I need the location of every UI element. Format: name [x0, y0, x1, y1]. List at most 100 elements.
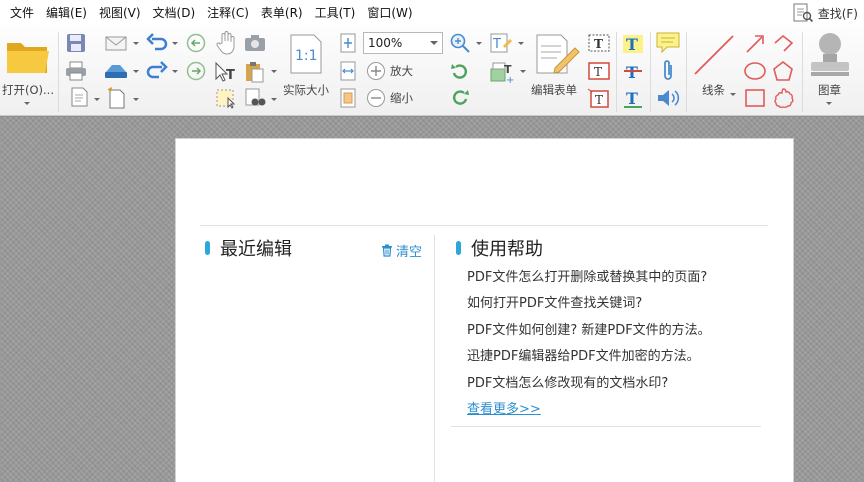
polyline-tool-button[interactable]: [770, 32, 796, 56]
open-caret-icon[interactable]: [24, 102, 30, 105]
help-list: PDF文件怎么打开删除或替换其中的页面? 如何打开PDF文件查找关键词? PDF…: [467, 269, 711, 427]
arrow-up-right-icon: [746, 35, 764, 53]
fit-page-button[interactable]: [337, 32, 359, 54]
undo-caret-icon[interactable]: [172, 42, 178, 45]
open-button[interactable]: [4, 34, 52, 78]
menu-window[interactable]: 窗口(W): [361, 0, 418, 26]
help-item[interactable]: PDF文档怎么修改现有的文档水印?: [467, 375, 711, 401]
line-tool-button[interactable]: [690, 32, 738, 78]
undo-button[interactable]: [144, 32, 170, 54]
line-icon: [694, 35, 734, 75]
polygon-tool-button[interactable]: [770, 59, 796, 83]
ellipse-tool-button[interactable]: [742, 59, 768, 83]
highlight-text-icon: T: [623, 35, 643, 54]
select-region-button[interactable]: [212, 86, 240, 110]
paste-button[interactable]: [242, 60, 266, 84]
magnify-button[interactable]: [448, 32, 472, 54]
new-doc-button[interactable]: [64, 86, 96, 108]
zoom-level-select[interactable]: 100%: [363, 32, 443, 54]
underline-button[interactable]: T: [620, 86, 646, 110]
rotate-left-button[interactable]: [448, 60, 472, 84]
menu-bar: 文件 编辑(E) 视图(V) 文档(D) 注释(C) 表单(R) 工具(T) 窗…: [0, 0, 864, 26]
see-more-link[interactable]: 查看更多>>: [467, 402, 541, 417]
scanner-icon: [105, 65, 127, 78]
line-caret-icon[interactable]: [730, 93, 736, 96]
redo-caret-icon[interactable]: [172, 70, 178, 73]
attach-sound-button[interactable]: [654, 86, 682, 110]
rotate-right-button[interactable]: [448, 86, 472, 110]
minus-circle-icon: [367, 89, 385, 107]
menu-document[interactable]: 文档(D): [147, 0, 202, 26]
clear-recent-button[interactable]: 清空: [381, 241, 422, 260]
rectangle-icon: [745, 89, 765, 107]
highlight-text-button[interactable]: T: [620, 32, 646, 56]
add-image-caret-icon[interactable]: [520, 70, 526, 73]
help-item[interactable]: 如何打开PDF文件查找关键词?: [467, 295, 711, 321]
stamp-caret-icon[interactable]: [826, 102, 832, 105]
svg-text:T: T: [595, 93, 603, 107]
zoom-in-button[interactable]: 放大: [366, 60, 446, 82]
zoom-out-button[interactable]: 缩小: [366, 87, 446, 109]
underline-text-icon: T: [624, 89, 642, 108]
svg-text:T: T: [594, 37, 603, 51]
new-doc-caret-icon[interactable]: [94, 98, 100, 101]
typewriter-button[interactable]: T: [488, 32, 514, 54]
line-label: 线条: [702, 83, 725, 97]
fit-visible-icon: [340, 88, 356, 108]
menu-view[interactable]: 视图(V): [93, 0, 147, 26]
find-button[interactable]: 查找(F): [792, 2, 858, 24]
find-label: 查找(F): [817, 6, 858, 21]
cloud-tool-button[interactable]: [770, 86, 796, 110]
new-page-caret-icon[interactable]: [133, 98, 139, 101]
strikeout-button[interactable]: T: [620, 59, 646, 83]
rectangle-tool-button[interactable]: [742, 86, 768, 110]
menu-tools[interactable]: 工具(T): [309, 0, 362, 26]
menu-comment[interactable]: 注释(C): [201, 0, 255, 26]
email-button[interactable]: [103, 32, 129, 54]
attach-file-button[interactable]: [656, 59, 680, 83]
ellipse-icon: [744, 62, 766, 80]
fit-page-icon: [340, 33, 356, 53]
callout-button[interactable]: T: [586, 86, 612, 112]
print-button[interactable]: [64, 60, 88, 82]
help-item[interactable]: 迅捷PDF编辑器给PDF文件加密的方法。: [467, 348, 711, 374]
zoom-dropdown-icon[interactable]: [430, 41, 438, 45]
scan-caret-icon[interactable]: [133, 70, 139, 73]
hand-icon: [216, 31, 235, 55]
text-field-button[interactable]: T: [586, 30, 612, 56]
magnify-caret-icon[interactable]: [476, 42, 482, 45]
add-image-button[interactable]: T +: [488, 60, 516, 86]
email-caret-icon[interactable]: [133, 42, 139, 45]
help-item[interactable]: PDF文件如何创建? 新建PDF文件的方法。: [467, 322, 711, 348]
hand-tool-button[interactable]: [214, 30, 240, 56]
actual-size-button[interactable]: 1:1: [287, 32, 325, 76]
scan-button[interactable]: [103, 60, 129, 82]
edit-form-button[interactable]: [531, 32, 581, 76]
menu-form[interactable]: 表单(R): [255, 0, 309, 26]
fit-width-icon: [340, 61, 356, 81]
find-text-caret-icon[interactable]: [271, 98, 277, 101]
previous-view-button[interactable]: [184, 32, 208, 54]
menu-edit[interactable]: 编辑(E): [40, 0, 93, 26]
fit-visible-button[interactable]: [337, 86, 359, 110]
save-button[interactable]: [64, 32, 88, 54]
next-view-button[interactable]: [184, 60, 208, 82]
typewriter-caret-icon[interactable]: [518, 42, 524, 45]
select-text-button[interactable]: T: [212, 60, 240, 84]
new-page-button[interactable]: [103, 86, 129, 110]
snapshot-button[interactable]: [242, 32, 268, 54]
help-item[interactable]: PDF文件怎么打开删除或替换其中的页面?: [467, 269, 711, 295]
find-text-button[interactable]: [242, 86, 268, 110]
stamp-button[interactable]: [806, 30, 854, 78]
redo-button[interactable]: [144, 60, 170, 82]
fit-width-button[interactable]: [337, 60, 359, 82]
camera-icon: [245, 35, 265, 51]
divider: [200, 225, 768, 226]
text-box-button[interactable]: T: [586, 58, 612, 84]
recent-section-title: 最近编辑: [205, 235, 292, 261]
paste-caret-icon[interactable]: [271, 70, 277, 73]
note-button[interactable]: [654, 30, 682, 56]
menu-file[interactable]: 文件: [4, 0, 40, 26]
recent-title-text: 最近编辑: [220, 239, 292, 260]
arrow-tool-button[interactable]: [742, 32, 768, 56]
